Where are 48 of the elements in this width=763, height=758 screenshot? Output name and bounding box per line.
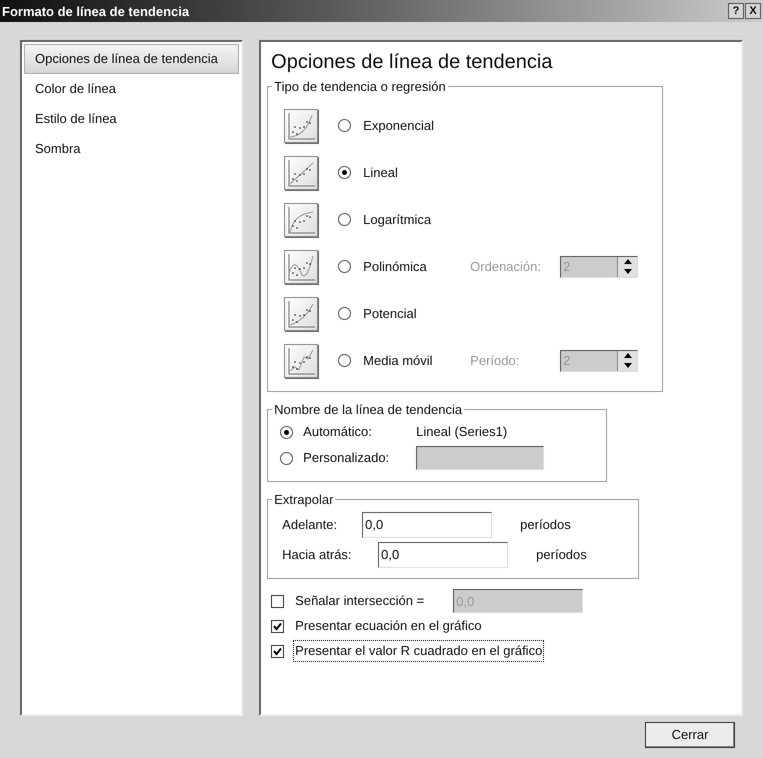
checkbox-label: Señalar intersección = (294, 592, 426, 610)
option-label: Potencial (363, 304, 417, 323)
field-label: Hacia atrás: (282, 546, 353, 564)
help-button[interactable]: ? (728, 3, 744, 19)
trendline-name: Lineal (Series1) (416, 423, 508, 442)
trend-chart-icon[interactable] (284, 344, 318, 378)
checkbox-label: Presentar el valor R cuadrado en el gráfico (294, 641, 544, 661)
radio-button[interactable] (338, 354, 352, 367)
trend-chart-icon[interactable] (284, 202, 318, 236)
radio-button[interactable] (338, 213, 352, 226)
close-button[interactable]: X (745, 3, 761, 19)
unit-label: períodos (536, 546, 587, 564)
radio-button[interactable] (338, 307, 352, 320)
sidebar-item[interactable]: Color de línea (24, 74, 240, 104)
trend-chart-icon[interactable] (284, 296, 318, 330)
radio-button[interactable] (338, 260, 352, 273)
panel-heading: Opciones de línea de tendencia (270, 50, 554, 75)
group-label: Tipo de tendencia o regresión (273, 78, 447, 96)
number-field[interactable]: 0,0 (378, 542, 508, 568)
trend-chart-icon[interactable] (284, 108, 318, 142)
radio-button[interactable] (280, 426, 294, 438)
checkbox-label: Presentar ecuación en el gráfico (294, 617, 483, 636)
radio-button[interactable] (338, 166, 352, 179)
sidebar-item[interactable]: Opciones de línea de tendencia (24, 44, 240, 74)
checkbox[interactable] (271, 620, 284, 632)
window-title: Formato de línea de tendencia (2, 4, 190, 18)
option-label: Polinómica (363, 258, 427, 276)
number-field[interactable]: 0,0 (362, 512, 492, 538)
close-button[interactable]: Cerrar (645, 722, 735, 748)
checkbox[interactable] (271, 594, 284, 608)
option-label: Personalizado: (303, 449, 390, 468)
option-label: Logarítmica (363, 210, 432, 229)
group-label: Nombre de la línea de tendencia (273, 400, 464, 418)
field-label: Período: (470, 352, 520, 370)
radio-button[interactable] (338, 119, 352, 132)
field-label: Ordenación: (470, 258, 542, 276)
sidebar-item[interactable]: Estilo de línea (24, 104, 240, 134)
trend-chart-icon[interactable] (284, 250, 318, 284)
option-label: Media móvil (363, 352, 433, 370)
unit-label: períodos (520, 516, 571, 534)
option-label: Lineal (363, 164, 398, 182)
field-label: Adelante: (282, 516, 338, 534)
option-label: Exponencial (363, 116, 434, 135)
group-label: Extrapolar (273, 491, 334, 509)
trend-chart-icon[interactable] (284, 156, 318, 190)
option-label: Automático: (303, 423, 372, 442)
sidebar-item[interactable]: Sombra (24, 134, 240, 164)
checkbox[interactable] (271, 644, 284, 658)
